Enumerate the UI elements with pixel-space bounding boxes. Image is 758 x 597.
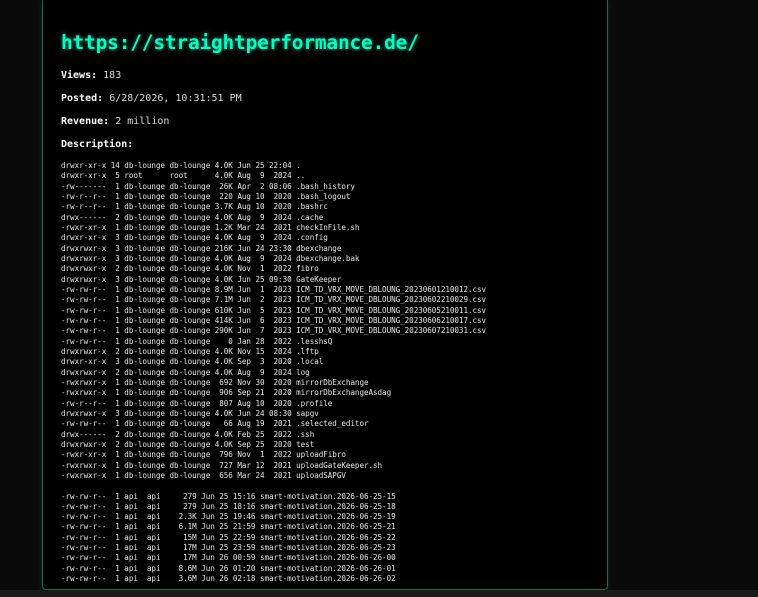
listing-line: -rw-r--r-- 1 db-lounge db-lounge 220 Aug… [61,191,351,201]
listing-line: -rw-rw-r-- 1 api api 17M Jun 26 00:59 sm… [61,553,396,563]
listing-line: -rw-rw-r-- 1 api api 279 Jun 25 18:16 sm… [61,501,396,511]
site-url-link[interactable]: https://straightperformance.de/ [61,31,419,54]
listing-line: drwxrwxr-x 2 db-lounge db-lounge 4.0K Au… [61,367,310,377]
listing-line: -rwxrwxr-x 1 db-lounge db-lounge 656 Mar… [61,470,346,480]
listing-line: drwxrwxr-x 2 db-lounge db-lounge 4.0K Se… [61,439,315,449]
revenue-value: 2 million [115,116,170,127]
listing-line: drwxrwxr-x 3 db-lounge db-lounge 216K Ju… [61,243,342,253]
listing-line: drwxrwxr-x 3 db-lounge db-lounge 4.0K Ju… [61,408,319,418]
listing-line: -rw-rw-r-- 1 api api 3.6M Jun 26 02:18 s… [61,574,396,584]
listing-line: -rw-rw-r-- 1 db-lounge db-lounge 414K Ju… [61,315,487,325]
listing-line: -rw-rw-r-- 1 db-lounge db-lounge 0 Jan 2… [61,336,333,346]
listing-line: drwx------ 2 db-lounge db-lounge 4.0K Fe… [61,429,315,439]
posted-label: Posted: [61,93,104,104]
listing-line: drwxr-xr-x 3 db-lounge db-lounge 4.0K Se… [61,357,324,367]
listing-line: drwx------ 2 db-lounge db-lounge 4.0K Au… [61,212,324,222]
listing-line: -rw-r--r-- 1 db-lounge db-lounge 807 Aug… [61,398,333,408]
listing-line: -rw------- 1 db-lounge db-lounge 26K Apr… [61,181,355,191]
listing-line: -rwxrwxr-x 1 db-lounge db-lounge 906 Sep… [61,388,392,398]
listing-line: -rw-rw-r-- 1 api api 2.3K Jun 25 19:46 s… [61,512,396,522]
listing-line: -rwxrwxr-x 1 db-lounge db-lounge 692 Nov… [61,377,369,387]
listing-line: drwxr-xr-x 14 db-lounge db-lounge 4.0K J… [61,161,301,170]
listing-line: -rw-rw-r-- 1 db-lounge db-lounge 290K Ju… [61,326,487,336]
listing-blank-line [61,481,486,491]
listing-line: -rw-rw-r-- 1 db-lounge db-lounge 8.9M Ju… [61,284,487,294]
listing-line: -rw-r--r-- 1 db-lounge db-lounge 3.7K Au… [61,202,328,212]
listing-line: -rw-rw-r-- 1 api api 279 Jun 25 15:16 sm… [61,491,396,501]
listing-line: -rw-rw-r-- 1 db-lounge db-lounge 7.1M Ju… [61,295,487,305]
listing-line: -rw-rw-r-- 1 db-lounge db-lounge 610K Ju… [61,305,487,315]
revenue-row: Revenue: 2 million [61,116,169,127]
listing-line: drwxrwxr-x 3 db-lounge db-lounge 4.0K Ju… [61,274,342,284]
listing-line: -rwxr-xr-x 1 db-lounge db-lounge 796 Nov… [61,450,346,460]
post-panel: https://straightperformance.de/ Views: 1… [42,0,608,590]
posted-row: Posted: 6/28/2026, 10:31:51 PM [61,93,242,104]
horizontal-scrollbar[interactable] [0,590,758,597]
listing-line: -rw-rw-r-- 1 api api 6.1M Jun 25 21:59 s… [61,522,396,532]
listing-line: drwxr-xr-x 3 db-lounge db-lounge 4.0K Au… [61,233,328,243]
listing-line: drwxr-xr-x 5 root root 4.0K Aug 9 2024 .… [61,171,306,181]
views-value: 183 [103,70,122,81]
listing-line: drwxrwxr-x 2 db-lounge db-lounge 4.0K No… [61,346,319,356]
views-row: Views: 183 [61,70,121,81]
listing-line: -rwxr-xr-x 1 db-lounge db-lounge 1.2K Ma… [61,222,360,232]
listing-line: -rw-rw-r-- 1 api api 8.6M Jun 26 01:20 s… [61,563,396,573]
views-label: Views: [61,70,98,81]
revenue-label: Revenue: [61,116,110,127]
listing-line: -rw-rw-r-- 1 db-lounge db-lounge 66 Aug … [61,419,369,429]
listing-line: -rwxrwxr-x 1 db-lounge db-lounge 727 Mar… [61,460,383,470]
description-label: Description: [61,139,134,150]
posted-value: 6/28/2026, 10:31:51 PM [109,93,242,104]
listing-line: drwxrwxr-x 2 db-lounge db-lounge 4.0K No… [61,264,319,274]
description-row: Description: [61,139,133,150]
listing-line: drwxrwxr-x 3 db-lounge db-lounge 4.0K Au… [61,253,360,263]
directory-listing: drwxr-xr-x 14 db-lounge db-lounge 4.0K J… [61,161,486,584]
listing-line: -rw-rw-r-- 1 api api 15M Jun 25 22:59 sm… [61,532,396,542]
listing-line: -rw-rw-r-- 1 api api 17M Jun 25 23:59 sm… [61,543,396,553]
